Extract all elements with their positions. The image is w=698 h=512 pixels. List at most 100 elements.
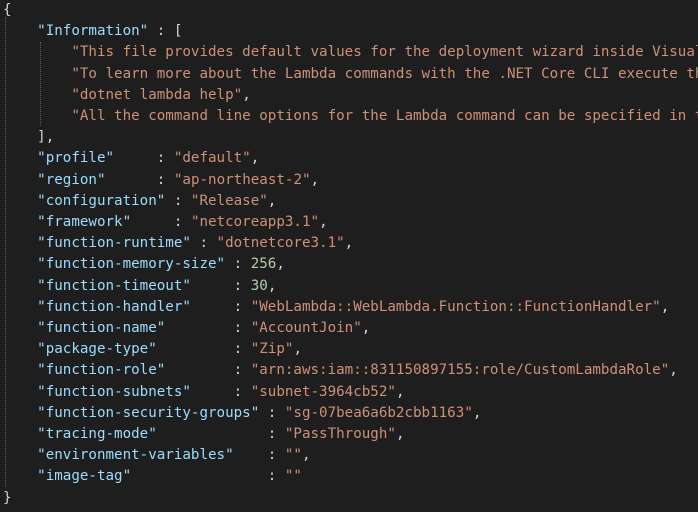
punctuation: : [ — [148, 23, 183, 40]
json-key: "framework" — [37, 214, 132, 230]
code-line[interactable]: "image-tag" : "" — [3, 466, 302, 487]
punctuation: , — [276, 256, 285, 273]
json-key: "tracing-mode" — [37, 426, 157, 442]
punctuation: , — [293, 341, 302, 358]
json-key: "region" — [37, 171, 106, 188]
json-string: "arn:aws:iam::831150897155:role/CustomLa… — [250, 362, 670, 379]
punctuation: : — [165, 192, 191, 209]
json-key: "function-timeout" — [37, 277, 191, 294]
code-line[interactable]: { — [3, 0, 12, 21]
punctuation: : — [233, 447, 285, 464]
code-line[interactable]: "Information" : [ — [3, 21, 182, 42]
json-string: "subnet-3964cb52" — [250, 383, 396, 400]
punctuation: , — [242, 86, 251, 103]
punctuation: : — [190, 383, 251, 400]
code-line[interactable]: } — [3, 488, 12, 509]
json-number: 256 — [250, 256, 277, 273]
punctuation — [3, 193, 37, 209]
punctuation: { — [3, 2, 12, 18]
punctuation: : — [165, 320, 251, 336]
punctuation — [3, 362, 37, 378]
code-line[interactable]: "function-security-groups" : "sg-07bea6a… — [3, 403, 481, 424]
json-string: "sg-07bea6a6b2cbb1163" — [284, 404, 473, 421]
punctuation — [3, 468, 37, 484]
code-line[interactable]: "region" : "ap-northeast-2", — [3, 170, 319, 191]
punctuation — [3, 108, 71, 124]
code-line[interactable]: "function-runtime" : "dotnetcore3.1", — [3, 233, 353, 254]
code-line[interactable]: "profile" : "default", — [3, 148, 259, 169]
code-line[interactable]: "To learn more about the Lambda commands… — [3, 64, 698, 85]
punctuation: : — [225, 256, 251, 273]
json-key: "function-memory-size" — [37, 256, 226, 273]
code-line[interactable]: "function-memory-size" : 256, — [3, 254, 285, 275]
punctuation — [3, 341, 37, 357]
json-key: "package-type" — [37, 341, 157, 358]
punctuation: : — [131, 468, 285, 485]
punctuation: : — [259, 404, 285, 421]
punctuation — [3, 320, 37, 336]
json-string: "Release" — [190, 192, 268, 209]
punctuation: , — [361, 320, 371, 336]
punctuation: : — [165, 362, 251, 379]
punctuation: , — [395, 426, 405, 442]
code-line[interactable]: "framework" : "netcoreapp3.1", — [3, 212, 327, 233]
punctuation: , — [669, 362, 678, 379]
code-line[interactable]: "function-role" : "arn:aws:iam::83115089… — [3, 360, 678, 381]
code-line[interactable]: "function-subnets" : "subnet-3964cb52", — [3, 382, 404, 403]
code-line[interactable]: ], — [3, 127, 54, 148]
json-string: "default" — [173, 150, 251, 167]
punctuation — [3, 426, 37, 442]
json-string: "PassThrough" — [284, 426, 396, 442]
punctuation: , — [267, 192, 277, 209]
code-line[interactable]: "configuration" : "Release", — [3, 191, 276, 212]
json-key: "function-subnets" — [37, 383, 191, 400]
punctuation: , — [301, 447, 311, 464]
json-string: "AccountJoin" — [250, 320, 362, 336]
punctuation: : — [190, 235, 217, 252]
punctuation — [3, 66, 71, 82]
json-string: "dotnet lambda help" — [71, 86, 243, 103]
punctuation: : — [190, 277, 251, 294]
json-key: "function-role" — [37, 362, 166, 379]
punctuation — [3, 256, 37, 272]
punctuation — [3, 23, 37, 39]
punctuation — [3, 87, 71, 103]
punctuation — [3, 405, 37, 421]
punctuation: : — [131, 214, 191, 230]
punctuation: : — [190, 298, 251, 315]
json-key: "function-handler" — [37, 298, 191, 315]
code-line[interactable]: "dotnet lambda help", — [3, 85, 251, 106]
json-key: "profile" — [37, 150, 115, 167]
code-line[interactable]: "function-name" : "AccountJoin", — [3, 318, 370, 339]
code-line[interactable]: "environment-variables" : "", — [3, 445, 311, 466]
json-key: "Information" — [37, 23, 149, 40]
code-line[interactable]: "function-handler" : "WebLambda::WebLamb… — [3, 297, 669, 318]
json-string: "All the command line options for the La… — [71, 108, 698, 124]
punctuation — [3, 150, 37, 166]
code-line[interactable]: "All the command line options for the La… — [3, 106, 698, 127]
punctuation: , — [267, 277, 277, 294]
json-string: "Zip" — [250, 341, 294, 358]
code-line[interactable]: "function-timeout" : 30, — [3, 276, 276, 297]
code-line[interactable]: "tracing-mode" : "PassThrough", — [3, 424, 404, 445]
json-string: "dotnetcore3.1" — [216, 235, 345, 252]
json-string: "To learn more about the Lambda commands… — [71, 65, 698, 82]
json-key: "image-tag" — [37, 468, 132, 485]
code-editor[interactable]: { "Information" : [ "This file provides … — [0, 0, 698, 512]
json-string: "WebLambda::WebLambda.Function::Function… — [250, 298, 661, 315]
punctuation: , — [395, 383, 405, 400]
code-line[interactable]: "This file provides default values for t… — [3, 42, 698, 63]
punctuation — [3, 214, 37, 230]
json-string: "netcoreapp3.1" — [190, 214, 320, 230]
punctuation — [3, 235, 37, 251]
punctuation — [3, 299, 37, 315]
json-key: "environment-variables" — [37, 447, 234, 464]
punctuation — [3, 44, 71, 60]
punctuation — [3, 278, 37, 294]
punctuation — [3, 384, 37, 400]
code-line[interactable]: "package-type" : "Zip", — [3, 339, 302, 360]
punctuation: : — [156, 426, 285, 442]
punctuation: } — [3, 489, 12, 506]
punctuation: , — [250, 150, 260, 167]
json-key: "function-security-groups" — [37, 404, 260, 421]
